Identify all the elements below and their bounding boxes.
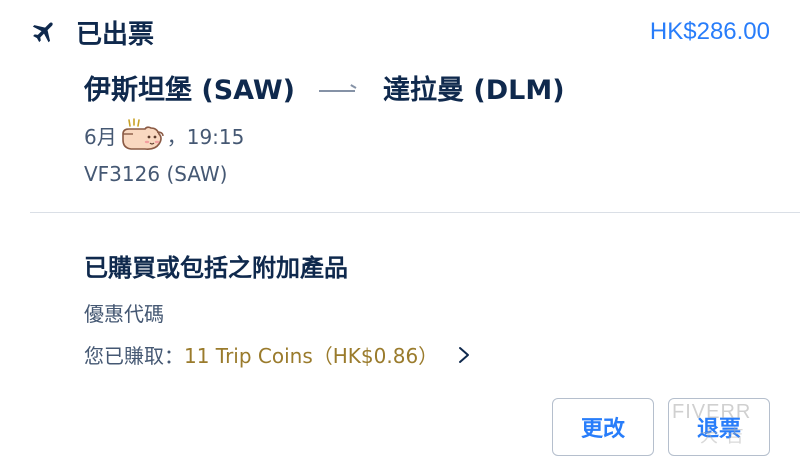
airplane-icon <box>30 18 58 46</box>
section-divider <box>30 212 800 213</box>
earned-label: 您已賺取： <box>84 344 184 368</box>
destination-airport: 達拉曼 (DLM) <box>383 75 565 106</box>
trip-coins-value: 11 Trip Coins（HK$0.86） <box>184 344 439 368</box>
pointing-hand-sticker-icon <box>119 118 165 152</box>
change-button[interactable]: 更改 <box>552 398 654 456</box>
route-arrow-icon <box>319 89 355 92</box>
ticket-status: 已出票 <box>76 19 155 50</box>
total-price: HK$286.00 <box>649 18 770 45</box>
departure-time: ，19:15 <box>166 124 245 149</box>
ticket-status-row: 已出票 HK$286.00 <box>30 12 770 52</box>
promo-code-label: 優惠代碼 <box>84 302 164 326</box>
flight-number: VF3126 (SAW) <box>84 162 228 186</box>
date-month: 6月 <box>84 124 117 149</box>
origin-airport: 伊斯坦堡 (SAW) <box>84 75 295 106</box>
chevron-right-icon[interactable] <box>456 346 472 364</box>
refund-button[interactable]: 退票 <box>668 398 770 456</box>
flight-datetime: 6月 ，19:15 <box>84 118 244 152</box>
addons-title: 已購買或包括之附加產品 <box>84 254 348 282</box>
trip-coins-row[interactable]: 您已賺取： 11 Trip Coins（HK$0.86） <box>84 340 472 369</box>
flight-route: 伊斯坦堡 (SAW) 達拉曼 (DLM) <box>84 68 565 107</box>
